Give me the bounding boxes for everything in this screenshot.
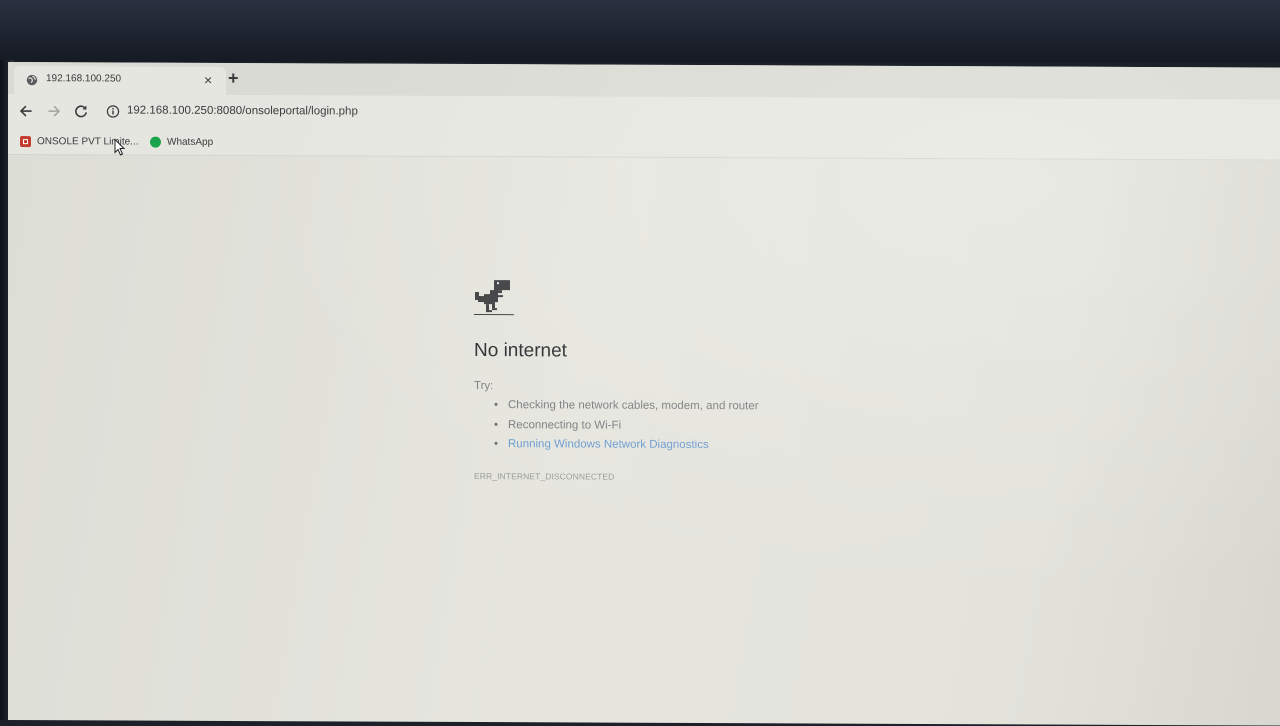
screen-glare (8, 62, 1280, 726)
forward-button[interactable] (44, 101, 64, 121)
onsole-favicon-icon (20, 135, 31, 147)
bullet: • (494, 418, 499, 431)
list-item: • Checking the network cables, modem, an… (474, 396, 759, 417)
bookmark-label: WhatsApp (167, 136, 214, 148)
back-button[interactable] (16, 101, 36, 121)
bullet: • (494, 399, 499, 412)
browser-window: 192.168.100.250 × + 192.168.100.250:8080… (8, 62, 1280, 726)
address-bar[interactable]: 192.168.100.250:8080/onsoleportal/login.… (127, 105, 358, 118)
suggestion-text: Reconnecting to Wi-Fi (508, 418, 622, 432)
error-page: No internet Try: • Checking the network … (474, 274, 894, 482)
bookmark-whatsapp[interactable]: WhatsApp (150, 134, 213, 150)
dinosaur-icon (474, 280, 514, 316)
monitor-bezel-top (0, 0, 1280, 62)
bullet: • (494, 438, 499, 451)
try-label: Try: (474, 380, 494, 393)
mouse-cursor-icon (114, 138, 126, 156)
globe-icon (26, 74, 38, 86)
list-item: • Running Windows Network Diagnostics (474, 435, 759, 456)
list-item: • Reconnecting to Wi-Fi (474, 416, 759, 437)
tab-title: 192.168.100.250 (46, 73, 122, 85)
browser-toolbar: 192.168.100.250:8080/onsoleportal/login.… (8, 94, 1280, 134)
suggestion-list: • Checking the network cables, modem, an… (474, 396, 759, 456)
error-code: ERR_INTERNET_DISCONNECTED (474, 471, 615, 482)
network-diagnostics-link[interactable]: Running Windows Network Diagnostics (508, 438, 709, 451)
reload-button[interactable] (71, 101, 91, 121)
browser-tab[interactable]: 192.168.100.250 × (14, 66, 226, 95)
error-heading: No internet (474, 340, 567, 362)
suggestion-text: Checking the network cables, modem, and … (508, 399, 759, 413)
tab-close-icon[interactable]: × (204, 71, 212, 89)
info-icon[interactable] (106, 104, 120, 118)
bookmarks-bar: ONSOLE PVT Limite... WhatsApp (8, 128, 1280, 161)
new-tab-button[interactable]: + (228, 68, 239, 88)
whatsapp-icon (150, 136, 161, 148)
